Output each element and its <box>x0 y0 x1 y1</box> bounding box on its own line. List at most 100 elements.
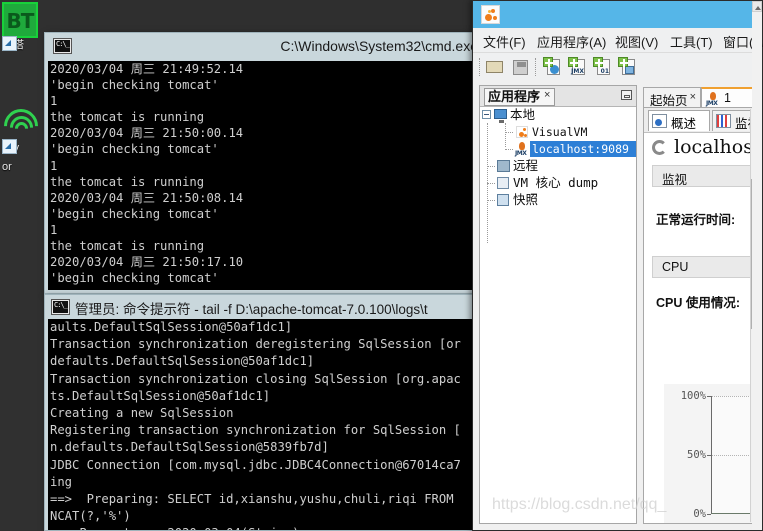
loading-spinner-icon <box>652 140 667 155</box>
snapshot-icon <box>496 193 511 207</box>
toolbar-separator <box>479 58 481 76</box>
console-line: 'begin checking tomcat' <box>50 271 219 286</box>
tab-start-page[interactable]: 起始页 × <box>643 87 701 108</box>
cmd-icon: C:\_ <box>53 38 72 54</box>
tree-node-localhost-9089[interactable]: JMX localhost:9089 (p <box>480 141 636 157</box>
cpu-section-header: CPU <box>652 256 755 278</box>
vm-header: localhos <box>644 133 761 163</box>
cmd-lower-console[interactable]: aults.DefaultSqlSession@50af1dc1] Transa… <box>48 319 483 530</box>
y-axis-tick-label: 50% <box>687 449 706 461</box>
visualvm-titlebar[interactable] <box>473 1 762 28</box>
console-line: the tomcat is running <box>50 110 205 125</box>
subtab-label: 概述 <box>671 117 697 131</box>
cmd-lower-titlebar[interactable]: C:\_ 管理员: 命令提示符 - tail -f D:\apache-tomc… <box>45 295 486 319</box>
console-line: 1 <box>50 222 58 237</box>
plus-badge-icon <box>543 57 553 67</box>
applications-tree[interactable]: 本地 VisualVM JMX localhost:9089 远程 VM 核心 … <box>480 107 636 523</box>
monitor-chart-icon <box>716 114 731 128</box>
visualvm-menubar[interactable]: 文件(F) 应用程序(A) 视图(V) 工具(T) 窗口(W) <box>473 28 763 53</box>
visualvm-window[interactable]: 文件(F) 应用程序(A) 视图(V) 工具(T) 窗口(W) JMX 01 <box>472 0 763 531</box>
cpu-usage-chart[interactable]: 100% 50% 0% 下午9: <box>664 384 761 523</box>
tree-node-label: VM 核心 dump <box>513 175 599 190</box>
bt-panel-icon: BT <box>2 2 38 38</box>
applications-panel-header[interactable]: 应用程序 × <box>480 86 636 107</box>
console-line: JDBC Connection [com.mysql.jdbc.JDBC4Con… <box>50 457 461 472</box>
subtabstrip[interactable]: 概述 监视 <box>644 108 761 133</box>
console-line: 1 <box>50 158 58 173</box>
detail-body: 概述 监视 localhos 监视 正常运行时间: CPU CPU 使用情况: … <box>643 107 762 524</box>
console-line: Creating a new SqlSession <box>50 406 234 421</box>
menu-file[interactable]: 文件(F) <box>481 32 528 51</box>
toolbar-separator <box>535 58 537 76</box>
tree-node-label: 快照 <box>513 193 539 207</box>
tab-label: 起始页 <box>650 94 688 108</box>
console-line: NCAT(?,'%') <box>50 509 131 524</box>
console-line: defaults.DefaultSqlSession@50af1dc1] <box>50 354 315 369</box>
jmx-icon: JMX <box>706 92 720 107</box>
cmd-upper-title: C:\Windows\System32\cmd.exe <box>280 38 478 54</box>
console-line: Registering transaction synchronization … <box>50 423 461 438</box>
add-remote-host-button[interactable] <box>543 57 563 77</box>
shortcut-arrow-icon <box>2 36 17 51</box>
window-scrollbar[interactable] <box>752 1 762 530</box>
minimize-icon[interactable] <box>621 90 632 100</box>
cpu-chart-title: CPU 使用情况: <box>656 296 741 310</box>
add-snapshot-button[interactable] <box>618 57 638 77</box>
visualvm-icon <box>514 125 529 139</box>
coredump-icon <box>496 176 511 190</box>
cmd-lower-title: 管理员: 命令提示符 - tail -f D:\apache-tomcat-7.… <box>75 302 428 317</box>
console-line: ing <box>50 474 73 489</box>
detail-tabstrip[interactable]: 起始页 × JMX 1 <box>643 85 762 108</box>
console-line: 'begin checking tomcat' <box>50 78 219 93</box>
open-file-button[interactable] <box>485 57 505 77</box>
add-jmx-connection-button[interactable]: JMX <box>568 57 588 77</box>
floppy-disk-icon <box>513 60 528 75</box>
tree-node-snapshot[interactable]: 快照 <box>480 192 636 208</box>
menu-view[interactable]: 视图(V) <box>613 32 660 51</box>
close-icon[interactable]: × <box>544 89 550 101</box>
collapse-expander-icon[interactable] <box>482 110 491 119</box>
tree-node-remote[interactable]: 远程 <box>480 158 636 174</box>
desktop-icon-bt-panel[interactable]: BT 宝塔 <box>2 2 46 51</box>
tree-node-visualvm[interactable]: VisualVM <box>480 124 636 140</box>
monitor-section-header: 监视 <box>652 165 755 187</box>
console-line: n.defaults.DefaultSqlSession@5839fb7d] <box>50 440 329 455</box>
y-axis-tick-label: 0% <box>693 508 706 520</box>
tickmark <box>707 396 711 397</box>
computer-icon <box>493 108 508 123</box>
console-line: 1 <box>50 94 58 109</box>
tree-guide <box>505 132 513 133</box>
cmd-window-lower[interactable]: C:\_ 管理员: 命令提示符 - tail -f D:\apache-tomc… <box>44 294 487 531</box>
console-line: aults.DefaultSqlSession@50af1dc1] <box>50 320 293 334</box>
scroll-up-arrow-icon[interactable] <box>752 1 762 12</box>
menu-tools[interactable]: 工具(T) <box>668 32 715 51</box>
subtab-overview[interactable]: 概述 <box>648 110 710 131</box>
cmd-window-upper[interactable]: C:\_ C:\Windows\System32\cmd.exe 2020/03… <box>44 32 487 294</box>
jmx-icon: JMX <box>514 142 529 157</box>
plus-badge-icon <box>618 57 628 67</box>
tab-label: 1 <box>724 91 731 105</box>
applications-panel[interactable]: 应用程序 × 本地 VisualVM JMX localhost:9089 远程… <box>479 85 637 524</box>
console-line: 2020/03/04 周三 21:50:08.14 <box>50 190 244 205</box>
tree-node-vm-coredump[interactable]: VM 核心 dump <box>480 175 636 191</box>
cmd-upper-titlebar[interactable]: C:\_ C:\Windows\System32\cmd.exe <box>45 33 486 61</box>
wifi-arcs-icon <box>0 101 46 151</box>
tree-node-label: 本地 <box>510 108 536 122</box>
visualvm-icon <box>481 5 500 24</box>
console-line: the tomcat is running <box>50 174 205 189</box>
menu-applications[interactable]: 应用程序(A) <box>535 32 608 51</box>
add-vm-coredump-button[interactable]: 01 <box>593 57 613 77</box>
close-icon[interactable]: × <box>690 91 696 103</box>
cmd-upper-console[interactable]: 2020/03/04 周三 21:49:52.14 'begin checkin… <box>48 61 483 290</box>
detail-panel: 起始页 × JMX 1 概述 监视 localhos 监视 正常运行时间: CP… <box>643 85 762 524</box>
tickmark <box>707 455 711 456</box>
desktop-icon-wifi-app[interactable]: Jav <box>0 101 46 154</box>
visualvm-toolbar[interactable]: JMX 01 <box>473 53 762 82</box>
tree-node-label: localhost:9089 (p <box>532 142 636 156</box>
visualvm-content: 应用程序 × 本地 VisualVM JMX localhost:9089 远程… <box>473 80 762 530</box>
save-button[interactable] <box>511 57 531 77</box>
desktop-icon-other-app[interactable]: or <box>2 160 46 173</box>
overview-icon <box>652 114 667 128</box>
console-line: 2020/03/04 周三 21:49:52.14 <box>50 62 244 76</box>
tree-node-local[interactable]: 本地 <box>480 107 636 123</box>
